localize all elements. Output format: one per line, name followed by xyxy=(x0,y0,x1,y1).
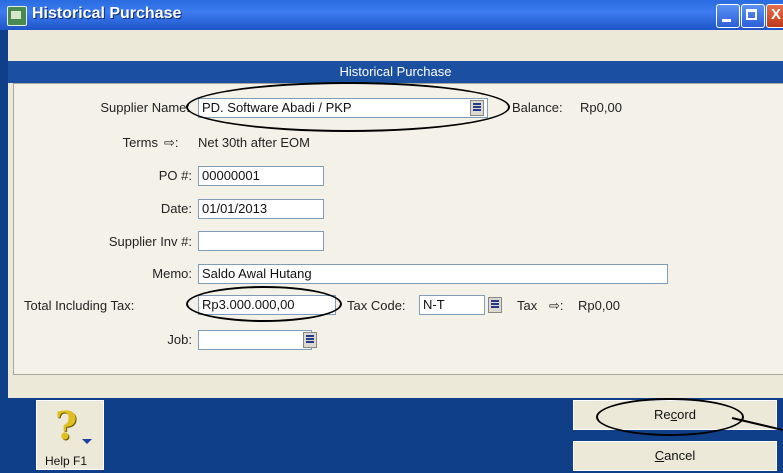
terms-arrow-icon[interactable]: ⇨: xyxy=(164,135,179,151)
cancel-label-post: ancel xyxy=(664,448,696,463)
supplier-inv-field[interactable] xyxy=(198,231,324,251)
memo-field[interactable]: Saldo Awal Hutang xyxy=(198,264,668,284)
po-label: PO #: xyxy=(158,168,192,183)
minimize-icon[interactable] xyxy=(716,4,740,28)
maximize-icon[interactable] xyxy=(741,4,765,28)
tax-value: Rp0,00 xyxy=(578,298,620,313)
tax-code-dropdown-icon[interactable] xyxy=(488,297,502,313)
window-title: Historical Purchase xyxy=(32,5,182,22)
memo-label: Memo: xyxy=(152,266,192,281)
app-icon xyxy=(7,6,27,26)
cancel-button[interactable]: Cancel xyxy=(573,441,777,471)
tax-code-label: Tax Code: xyxy=(347,298,406,313)
annotation-arrow xyxy=(731,417,783,431)
tax-arrow-icon[interactable]: ⇨: xyxy=(549,298,564,314)
close-icon[interactable] xyxy=(766,4,783,28)
balance-value: Rp0,00 xyxy=(580,100,622,115)
help-button[interactable]: ? Help F1 xyxy=(36,400,104,470)
question-icon: ? xyxy=(55,403,78,448)
record-highlight-ellipse xyxy=(596,398,744,436)
job-dropdown-icon[interactable] xyxy=(303,332,317,348)
supplier-inv-label: Supplier Inv #: xyxy=(108,234,192,249)
balance-label: Balance: xyxy=(512,100,563,115)
cancel-label-underline: C xyxy=(654,448,665,463)
job-field[interactable] xyxy=(198,330,312,350)
tax-label: Tax xyxy=(517,298,538,313)
tax-code-field[interactable]: N-T xyxy=(419,295,485,315)
supplier-name-label: Supplier Name: xyxy=(100,100,190,115)
total-highlight-ellipse xyxy=(186,286,342,322)
panel-header: Historical Purchase xyxy=(8,61,783,83)
date-field[interactable]: 01/01/2013 xyxy=(198,199,324,219)
total-label: Total Including Tax: xyxy=(24,298,135,313)
po-field[interactable]: 00000001 xyxy=(198,166,324,186)
help-label: Help F1 xyxy=(45,454,88,468)
terms-value: Net 30th after EOM xyxy=(198,135,310,150)
help-dropdown-icon xyxy=(82,439,92,444)
title-bar[interactable]: Historical Purchase xyxy=(0,0,783,30)
date-label: Date: xyxy=(160,201,192,216)
terms-label: Terms xyxy=(122,135,158,150)
supplier-highlight-ellipse xyxy=(186,82,510,132)
job-label: Job: xyxy=(167,332,192,347)
